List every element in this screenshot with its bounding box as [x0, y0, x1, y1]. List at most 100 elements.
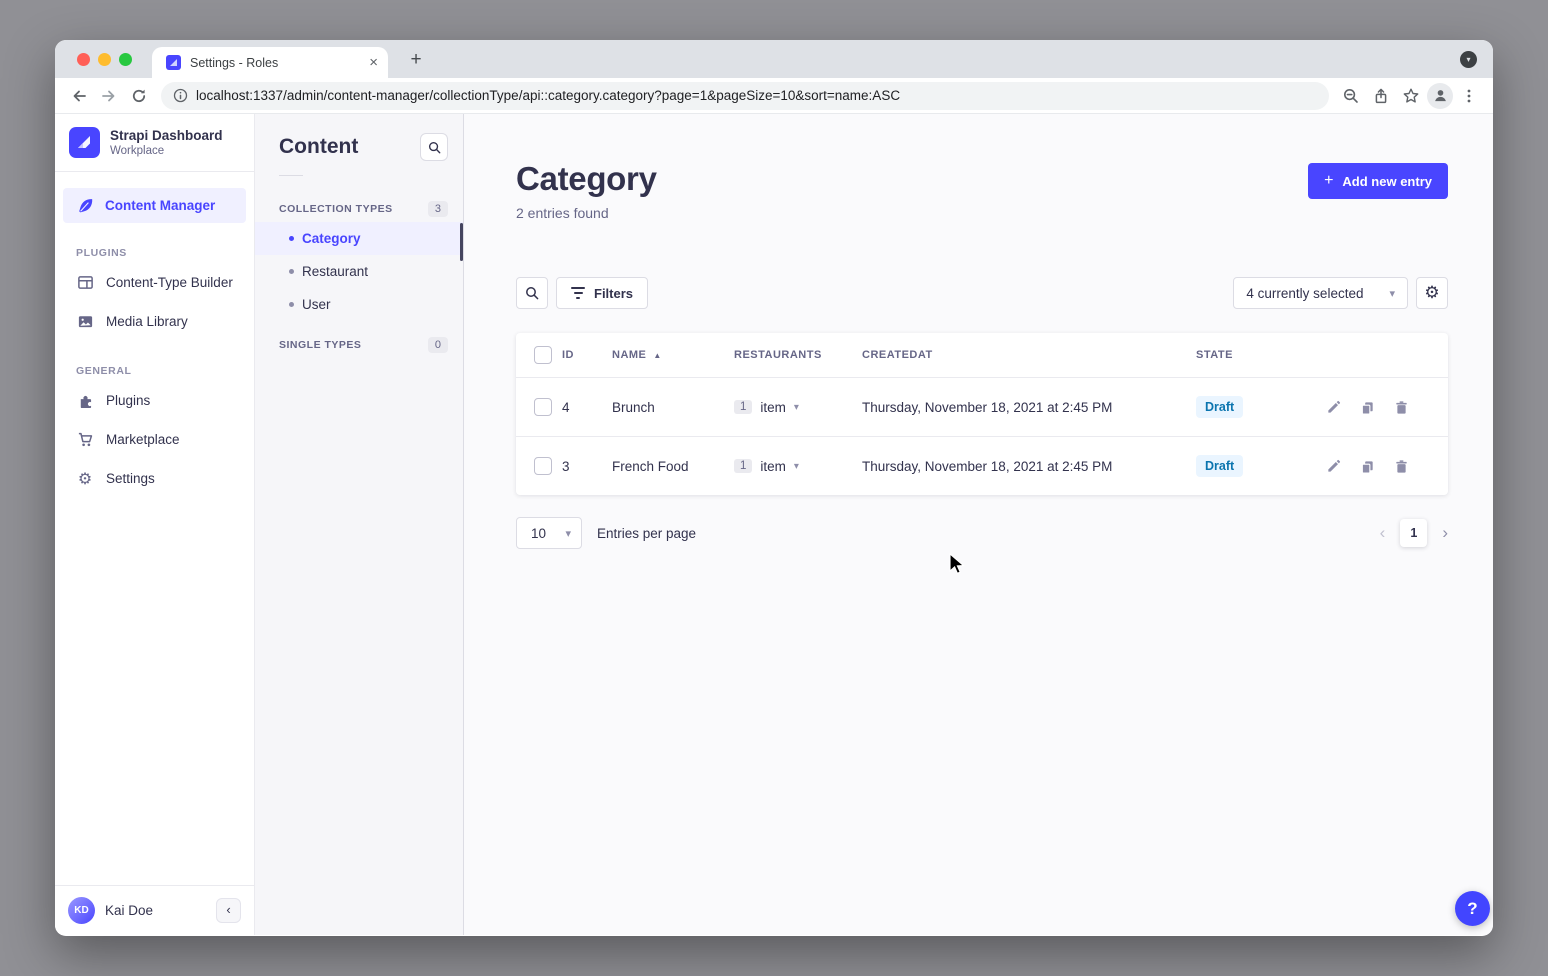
entries-per-page-label: Entries per page: [597, 526, 696, 541]
browser-menu-icon[interactable]: [1455, 82, 1483, 110]
cell-createdat: Thursday, November 18, 2021 at 2:45 PM: [862, 459, 1196, 474]
column-header-createdat[interactable]: CREATEDAT: [862, 349, 1196, 361]
add-new-entry-label: Add new entry: [1342, 174, 1432, 189]
previous-page-icon[interactable]: ‹: [1380, 524, 1386, 543]
entries-found-text: 2 entries found: [516, 205, 657, 221]
subnav-item-category[interactable]: Category: [255, 222, 463, 255]
browser-toolbar: localhost:1337/admin/content-manager/col…: [55, 78, 1493, 114]
cell-id: 4: [562, 400, 612, 415]
sidebar-item-settings[interactable]: ⚙ Settings: [55, 459, 254, 498]
duplicate-icon[interactable]: [1359, 399, 1376, 416]
reload-icon[interactable]: [125, 82, 153, 110]
state-badge: Draft: [1196, 455, 1243, 477]
plugins-section-label: PLUGINS: [76, 247, 254, 259]
plus-icon: +: [1324, 172, 1333, 190]
chevron-down-icon: ▾: [1389, 287, 1395, 300]
divider: [279, 175, 303, 176]
filters-label: Filters: [594, 286, 633, 301]
sidebar-item-content-type-builder[interactable]: Content-Type Builder: [55, 263, 254, 302]
page-size-select[interactable]: 10 ▾: [516, 517, 582, 549]
new-tab-button[interactable]: +: [404, 48, 428, 72]
tab-search-icon[interactable]: ▾: [1460, 51, 1477, 68]
share-icon[interactable]: [1367, 82, 1395, 110]
collapse-sidebar-button[interactable]: ‹: [216, 898, 241, 923]
edit-icon[interactable]: [1325, 458, 1342, 475]
window-controls: [77, 53, 132, 66]
cell-restaurants[interactable]: 1 item ▾: [734, 400, 862, 415]
user-avatar[interactable]: KD: [68, 897, 95, 924]
duplicate-icon[interactable]: [1359, 458, 1376, 475]
sidebar-item-media-library[interactable]: Media Library: [55, 302, 254, 341]
edit-icon[interactable]: [1325, 399, 1342, 416]
entries-table: ID NAME ▲ RESTAURANTS CREATEDAT STATE 4 …: [516, 333, 1448, 495]
url-bar[interactable]: localhost:1337/admin/content-manager/col…: [161, 82, 1329, 110]
strapi-logo: [69, 127, 100, 158]
main-sidebar: Strapi Dashboard Workplace Content Manag…: [55, 114, 255, 935]
column-header-restaurants[interactable]: RESTAURANTS: [734, 349, 862, 361]
close-window-button[interactable]: [77, 53, 90, 66]
minimize-window-button[interactable]: [98, 53, 111, 66]
subnav-item-restaurant[interactable]: Restaurant: [255, 255, 463, 288]
strapi-favicon: [166, 55, 181, 70]
subnav-item-user[interactable]: User: [255, 288, 463, 321]
relation-label: item: [760, 459, 786, 474]
delete-icon[interactable]: [1393, 399, 1410, 416]
tab-strip: Settings - Roles × + ▾: [55, 40, 1493, 78]
cell-restaurants[interactable]: 1 item ▾: [734, 459, 862, 474]
main-content: Category 2 entries found + Add new entry…: [464, 114, 1493, 935]
page-number[interactable]: 1: [1400, 519, 1427, 547]
add-new-entry-button[interactable]: + Add new entry: [1308, 163, 1448, 199]
sidebar-item-label: Content Manager: [105, 198, 215, 213]
subnav-item-label: Restaurant: [302, 264, 368, 279]
zoom-out-page-icon[interactable]: [1337, 82, 1365, 110]
state-badge: Draft: [1196, 396, 1243, 418]
collection-types-label: COLLECTION TYPES: [279, 203, 393, 215]
tab-close-icon[interactable]: ×: [369, 55, 378, 70]
url-text[interactable]: localhost:1337/admin/content-manager/col…: [196, 88, 900, 103]
table-row[interactable]: 3 French Food 1 item ▾ Thursday, Novembe…: [516, 436, 1448, 495]
bookmark-star-icon[interactable]: [1397, 82, 1425, 110]
delete-icon[interactable]: [1393, 458, 1410, 475]
subnav-search-button[interactable]: [420, 133, 448, 161]
view-settings-button[interactable]: ⚙: [1416, 277, 1448, 309]
image-icon: [76, 313, 94, 331]
column-header-id[interactable]: ID: [562, 349, 612, 361]
browser-profile-avatar[interactable]: [1427, 83, 1453, 109]
table-search-button[interactable]: [516, 277, 548, 309]
sidebar-item-plugins[interactable]: Plugins: [55, 381, 254, 420]
fullscreen-window-button[interactable]: [119, 53, 132, 66]
general-section-label: GENERAL: [76, 365, 254, 377]
forward-icon[interactable]: [95, 82, 123, 110]
workspace-brand[interactable]: Strapi Dashboard Workplace: [55, 114, 254, 172]
search-icon: [525, 286, 539, 300]
sidebar-item-marketplace[interactable]: Marketplace: [55, 420, 254, 459]
table-row[interactable]: 4 Brunch 1 item ▾ Thursday, November 18,…: [516, 377, 1448, 436]
cell-name: French Food: [612, 459, 734, 474]
chevron-down-icon: ▾: [794, 402, 799, 413]
filters-button[interactable]: Filters: [556, 277, 648, 309]
sidebar-item-content-manager[interactable]: Content Manager: [63, 188, 246, 223]
sidebar-nav: Content Manager PLUGINS Content-Type Bui…: [55, 172, 254, 885]
bullet-dot: [289, 269, 294, 274]
sidebar-user: KD Kai Doe ‹: [55, 885, 254, 935]
row-checkbox[interactable]: [534, 457, 552, 475]
subnav-item-label: User: [302, 297, 331, 312]
columns-select-value: 4 currently selected: [1246, 286, 1363, 301]
relation-count-badge: 1: [734, 459, 752, 473]
browser-tab[interactable]: Settings - Roles ×: [152, 47, 388, 78]
select-all-checkbox[interactable]: [534, 346, 552, 364]
sort-ascending-icon: ▲: [653, 351, 661, 360]
workspace-name: Workplace: [110, 145, 223, 157]
table-header-row: ID NAME ▲ RESTAURANTS CREATEDAT STATE: [516, 333, 1448, 377]
subnav-scrollbar[interactable]: [460, 223, 463, 261]
strapi-app: Strapi Dashboard Workplace Content Manag…: [55, 114, 1493, 935]
help-button[interactable]: ?: [1455, 891, 1490, 926]
column-header-state[interactable]: STATE: [1196, 349, 1296, 361]
page-size-value: 10: [531, 526, 546, 541]
column-header-name[interactable]: NAME ▲: [612, 349, 734, 361]
row-checkbox[interactable]: [534, 398, 552, 416]
back-icon[interactable]: [65, 82, 93, 110]
next-page-icon[interactable]: ›: [1442, 524, 1448, 543]
site-info-icon[interactable]: [173, 88, 188, 103]
columns-select[interactable]: 4 currently selected ▾: [1233, 277, 1408, 309]
